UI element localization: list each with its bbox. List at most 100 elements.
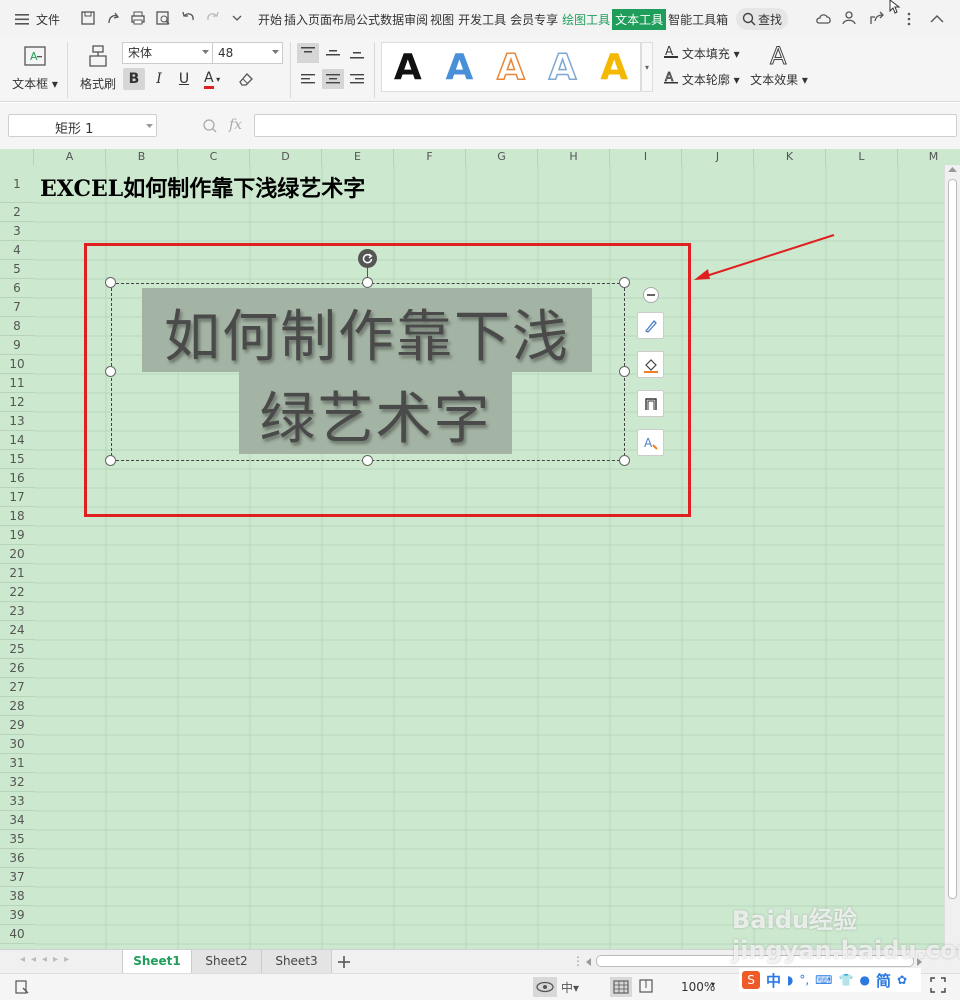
share-icon[interactable] [869, 10, 885, 26]
macro-record-icon[interactable] [14, 979, 30, 995]
row-header[interactable]: 5 [0, 260, 34, 279]
row-header[interactable]: 31 [0, 754, 34, 773]
row-header[interactable]: 4 [0, 241, 34, 260]
row-header[interactable]: 23 [0, 602, 34, 621]
row-header[interactable]: 7 [0, 298, 34, 317]
save-icon[interactable] [80, 10, 96, 26]
column-header[interactable]: D [250, 149, 322, 165]
tab-data[interactable]: 数据 [380, 11, 404, 28]
tab-drawing-tools[interactable]: 绘图工具 [560, 11, 612, 28]
row-header[interactable]: 21 [0, 564, 34, 583]
tab-insert[interactable]: 插入 [284, 11, 308, 28]
row-header[interactable]: 12 [0, 393, 34, 412]
row-header[interactable]: 13 [0, 412, 34, 431]
sheet-tab-3[interactable]: Sheet3 [262, 950, 332, 973]
shape-style-button[interactable] [637, 312, 664, 339]
select-all-corner[interactable] [0, 149, 34, 165]
sheet-tab-1[interactable]: Sheet1 [122, 950, 192, 973]
row-header[interactable]: 30 [0, 735, 34, 754]
scroll-up-icon[interactable] [948, 167, 957, 173]
fullscreen-icon[interactable] [930, 977, 946, 993]
row-header[interactable]: 11 [0, 374, 34, 393]
vertical-scrollbar[interactable] [944, 165, 960, 949]
italic-button[interactable]: I [148, 68, 170, 90]
text-fill-button[interactable]: A 文本填充 ▾ [664, 44, 740, 62]
row-header[interactable]: 9 [0, 336, 34, 355]
bold-button[interactable]: B [123, 68, 145, 90]
row-header[interactable]: 17 [0, 488, 34, 507]
column-header[interactable]: M [898, 149, 960, 165]
align-center-icon[interactable] [322, 69, 344, 89]
column-header[interactable]: K [754, 149, 826, 165]
more-options-icon[interactable] [906, 11, 912, 27]
text-style-option[interactable]: A [485, 46, 537, 89]
vertical-scroll-thumb[interactable] [948, 179, 957, 899]
add-sheet-icon[interactable] [337, 955, 351, 969]
tab-nav-arrows[interactable]: ◂◂◂▸▸ [20, 954, 75, 965]
underline-button[interactable]: U [173, 68, 195, 90]
skin-icon[interactable]: 👕 [839, 973, 854, 987]
tab-page-layout[interactable]: 页面布局 [308, 11, 356, 28]
cell-a1[interactable]: EXCEL如何制作靠下浅绿艺术字 [40, 171, 365, 203]
row-header[interactable]: 1 [0, 165, 34, 203]
tab-view[interactable]: 视图 [428, 11, 456, 28]
search-box[interactable]: 查找 [736, 8, 788, 30]
align-left-icon[interactable] [297, 69, 319, 89]
zoom-function-icon[interactable] [202, 118, 218, 134]
text-color-button[interactable]: A [637, 429, 664, 456]
ime-simplified[interactable]: 简 [876, 970, 891, 991]
align-top-icon[interactable] [297, 43, 319, 63]
eraser-icon[interactable] [238, 71, 254, 87]
collapse-ribbon-icon[interactable] [929, 12, 945, 24]
text-effect-button[interactable]: A 文本效果 ▾ [748, 42, 810, 98]
print-icon[interactable] [130, 10, 146, 26]
row-header[interactable]: 37 [0, 868, 34, 887]
resize-handle-middle-right[interactable] [619, 366, 630, 377]
row-header[interactable]: 38 [0, 887, 34, 906]
row-header[interactable]: 26 [0, 659, 34, 678]
resize-handle-top-right[interactable] [619, 277, 630, 288]
wordart-line1[interactable]: 如何制作靠下浅 [142, 292, 592, 373]
ime-settings-icon[interactable]: ✿ [897, 973, 907, 987]
text-style-option[interactable]: A [588, 47, 640, 88]
redo-icon[interactable] [205, 10, 221, 26]
tab-splitter[interactable]: ⋮ [572, 954, 584, 968]
ime-user-icon[interactable]: ● [859, 973, 869, 987]
undo-icon[interactable] [180, 10, 196, 26]
row-header[interactable]: 32 [0, 773, 34, 792]
text-outline-button[interactable]: A 文本轮廓 ▾ [664, 70, 740, 88]
tab-developer[interactable]: 开发工具 [456, 11, 508, 28]
column-header[interactable]: L [826, 149, 898, 165]
textbox-button[interactable]: A 文本框 ▾ [10, 42, 60, 98]
column-header[interactable]: F [394, 149, 466, 165]
resize-handle-bottom-left[interactable] [105, 455, 116, 466]
page-layout-view-icon[interactable] [638, 978, 654, 994]
row-header[interactable]: 14 [0, 431, 34, 450]
column-header[interactable]: C [178, 149, 250, 165]
row-header[interactable]: 6 [0, 279, 34, 298]
column-header[interactable]: A [34, 149, 106, 165]
column-header[interactable]: J [682, 149, 754, 165]
tab-formulas[interactable]: 公式 [356, 11, 380, 28]
row-header[interactable]: 15 [0, 450, 34, 469]
row-header[interactable]: 27 [0, 678, 34, 697]
align-right-icon[interactable] [346, 69, 368, 89]
row-header[interactable]: 22 [0, 583, 34, 602]
row-header[interactable]: 24 [0, 621, 34, 640]
font-name-select[interactable]: 宋体 [122, 42, 213, 64]
moon-icon[interactable]: ◗ [787, 973, 793, 987]
resize-handle-top-center[interactable] [362, 277, 373, 288]
row-header[interactable]: 19 [0, 526, 34, 545]
resize-handle-middle-left[interactable] [105, 366, 116, 377]
format-painter-button[interactable]: 格式刷 [76, 42, 120, 98]
rotate-handle[interactable] [358, 249, 377, 268]
punctuation-icon[interactable]: °, [799, 973, 809, 987]
scroll-left-icon[interactable] [586, 958, 592, 966]
resize-handle-bottom-right[interactable] [619, 455, 630, 466]
shape-fill-button[interactable] [637, 351, 664, 378]
row-header[interactable]: 34 [0, 811, 34, 830]
keyboard-icon[interactable]: ⌨ [815, 973, 832, 987]
zoom-dropdown[interactable]: ▾ [711, 980, 715, 989]
name-box[interactable]: 矩形 1 [8, 114, 157, 137]
font-color-button[interactable]: A ▾ [200, 68, 230, 90]
